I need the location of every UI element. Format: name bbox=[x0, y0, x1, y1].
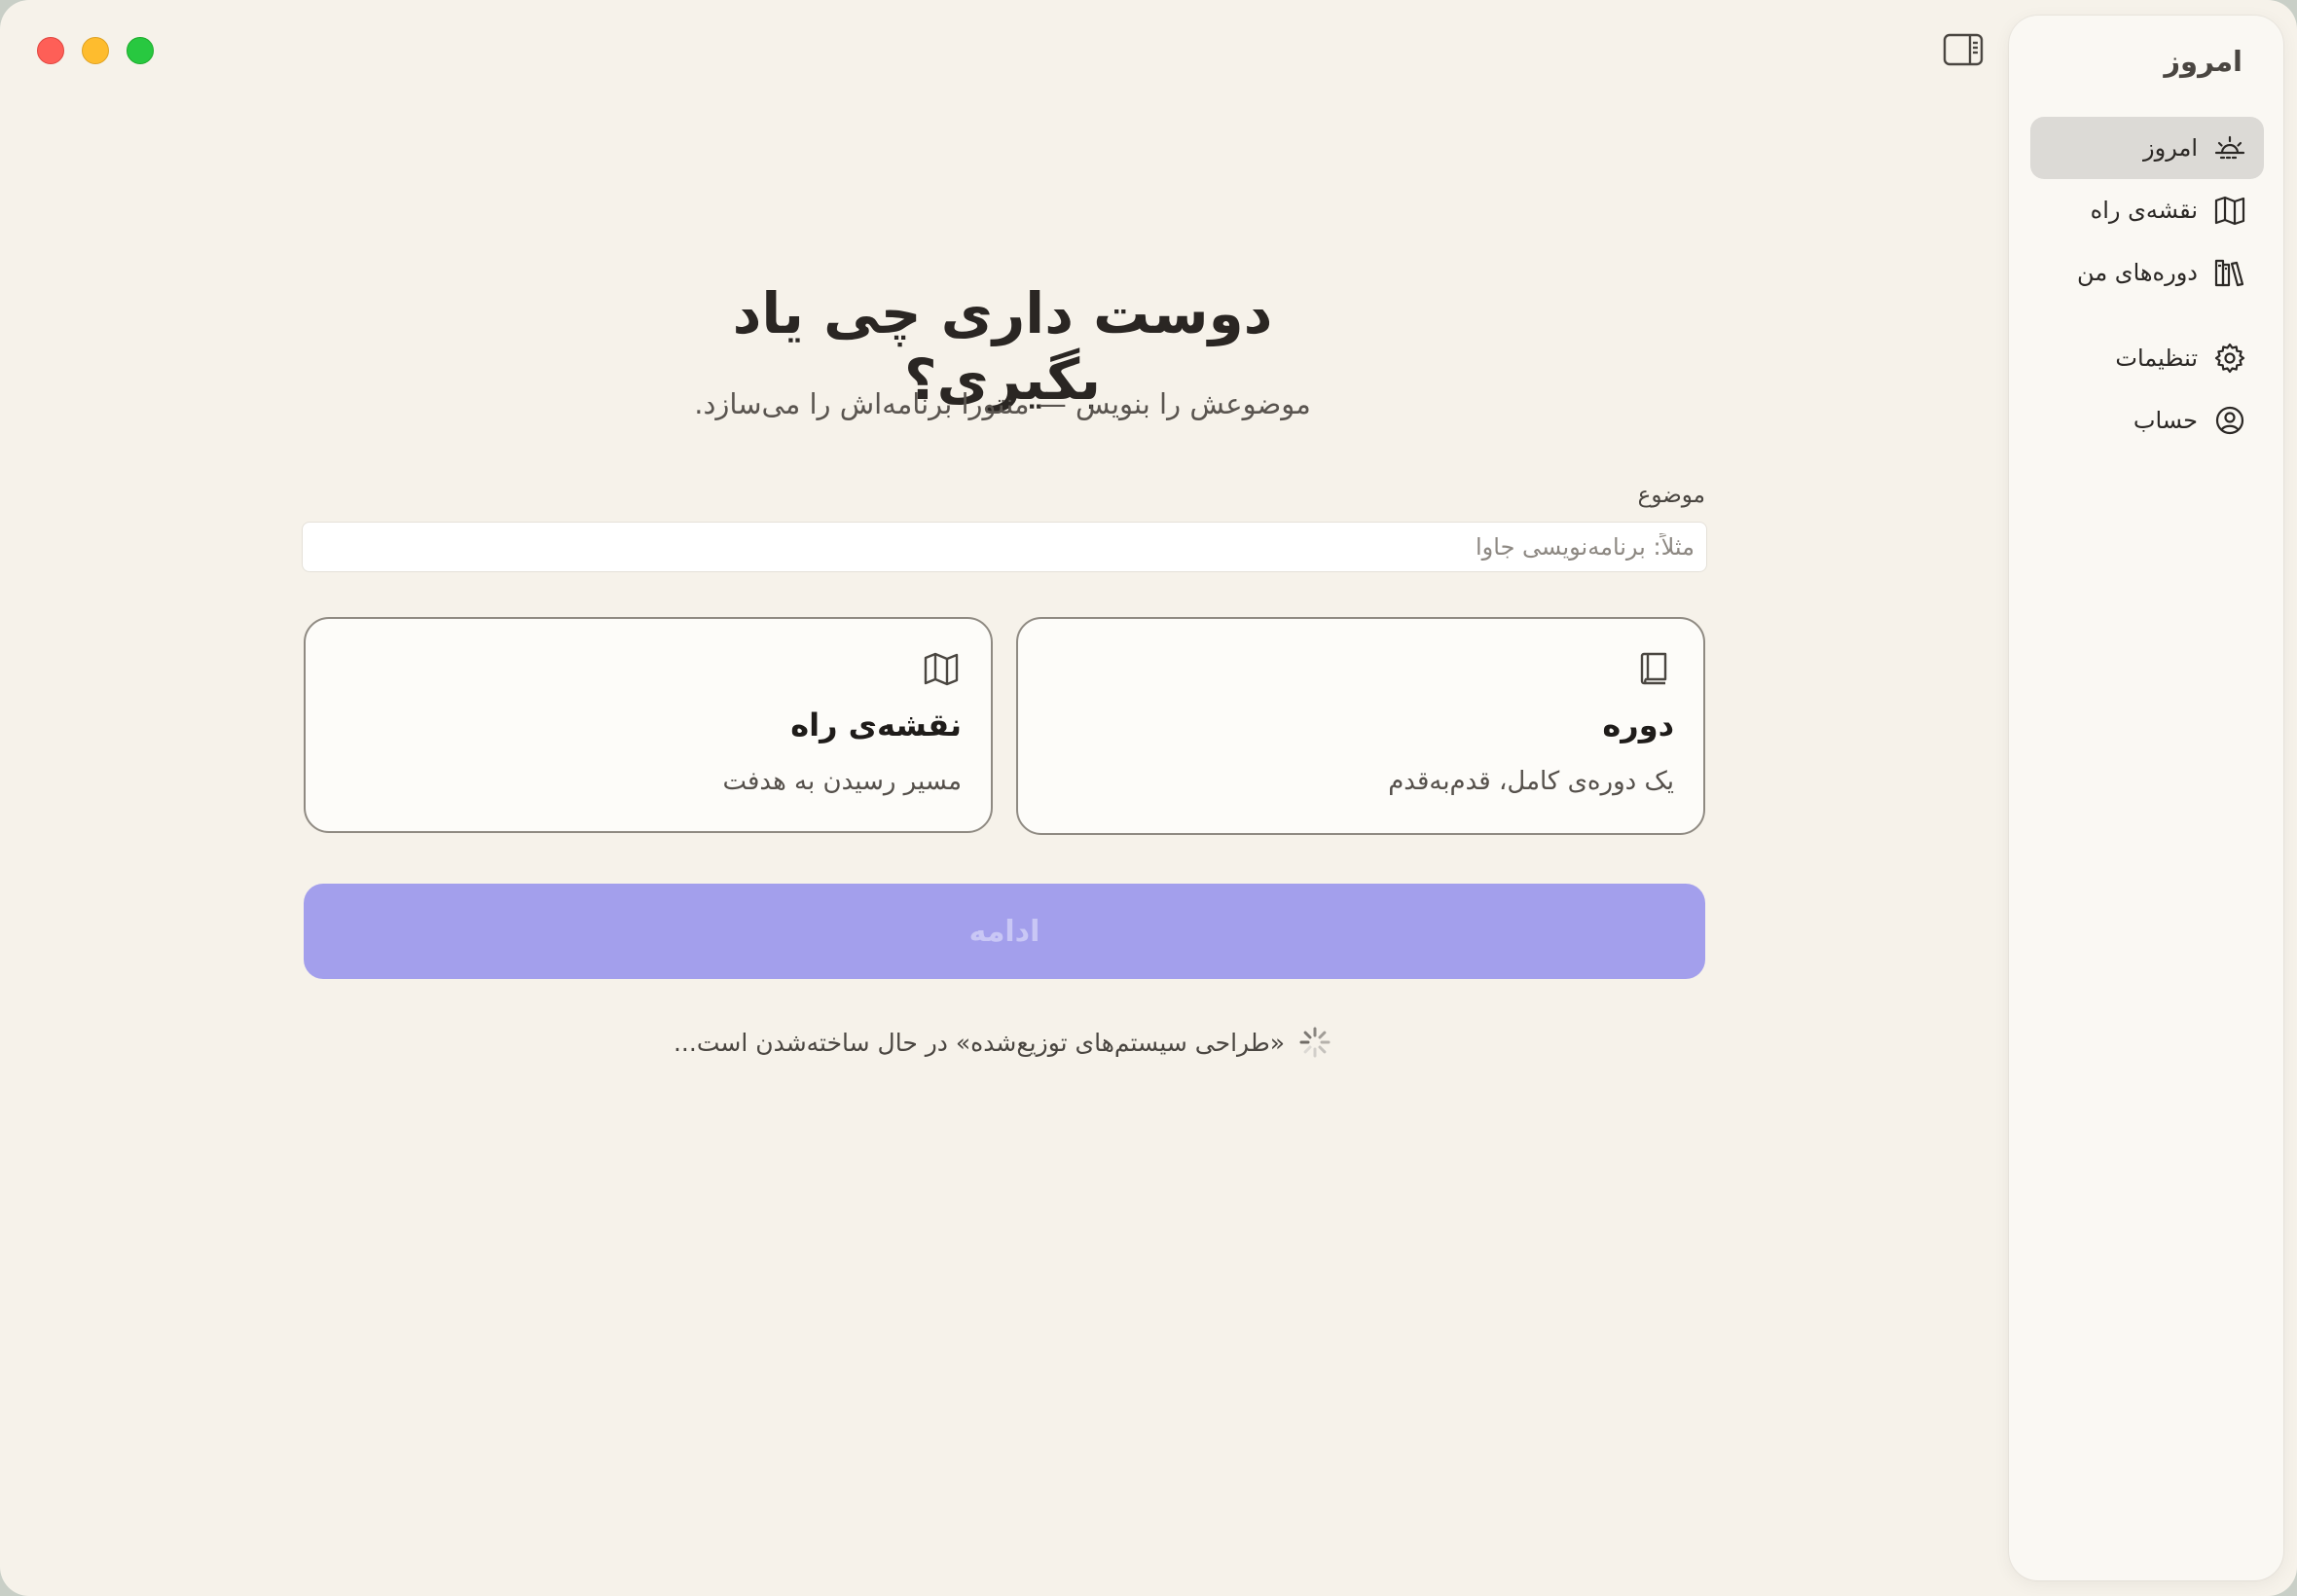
topic-label: موضوع bbox=[1637, 483, 1705, 508]
course-option-title: دوره bbox=[1602, 707, 1674, 744]
sidebar-title: امروز bbox=[2164, 45, 2242, 78]
app-window: دوست داری چی یاد بگیری؟ موضوعش را بنویس … bbox=[0, 0, 2297, 1596]
course-option-card[interactable]: دوره یک دوره‌ی کامل، قدم‌به‌قدم bbox=[1016, 617, 1705, 835]
topic-input[interactable] bbox=[302, 522, 1707, 572]
generation-status: «طراحی سیستم‌های توزیع‌شده» در حال ساخته… bbox=[623, 1026, 1382, 1059]
roadmap-option-card[interactable]: نقشه‌ی راه مسیر رسیدن به هدفت bbox=[304, 617, 993, 833]
sidebar-item-my-courses[interactable]: دوره‌های من bbox=[2030, 241, 2264, 304]
spinner-icon bbox=[1299, 1027, 1331, 1058]
sidebar-item-settings[interactable]: تنظیمات bbox=[2030, 327, 2264, 389]
library-icon bbox=[2214, 259, 2244, 287]
sidebar-item-today[interactable]: امروز bbox=[2030, 117, 2264, 179]
page-subtitle: موضوعش را بنویس — منتورا برنامه‌اش را می… bbox=[694, 387, 1311, 420]
user-circle-icon bbox=[2215, 406, 2244, 435]
sidebar: امروز امروز نقشه‌ی را bbox=[2009, 16, 2283, 1580]
map-icon bbox=[924, 652, 959, 686]
course-option-description: یک دوره‌ی کامل، قدم‌به‌قدم bbox=[1388, 767, 1674, 796]
sidebar-item-label: نقشه‌ی راه bbox=[2090, 197, 2198, 224]
status-text: «طراحی سیستم‌های توزیع‌شده» در حال ساخته… bbox=[673, 1028, 1286, 1057]
sidebar-item-label: حساب bbox=[2133, 407, 2198, 434]
sidebar-item-account[interactable]: حساب bbox=[2030, 389, 2264, 452]
sidebar-item-label: تنظیمات bbox=[2115, 345, 2198, 372]
map-icon bbox=[2214, 196, 2245, 226]
main-content: دوست داری چی یاد بگیری؟ موضوعش را بنویس … bbox=[0, 0, 2009, 1596]
book-icon bbox=[1640, 652, 1667, 685]
roadmap-option-description: مسیر رسیدن به هدفت bbox=[722, 767, 962, 796]
continue-button[interactable]: ادامه bbox=[304, 884, 1705, 979]
sunrise-icon bbox=[2214, 135, 2245, 160]
sidebar-item-roadmap[interactable]: نقشه‌ی راه bbox=[2030, 179, 2264, 241]
roadmap-option-title: نقشه‌ی راه bbox=[790, 707, 962, 744]
sidebar-item-label: امروز bbox=[2143, 134, 2198, 162]
sidebar-item-label: دوره‌های من bbox=[2077, 259, 2198, 286]
gear-icon bbox=[2214, 343, 2245, 374]
